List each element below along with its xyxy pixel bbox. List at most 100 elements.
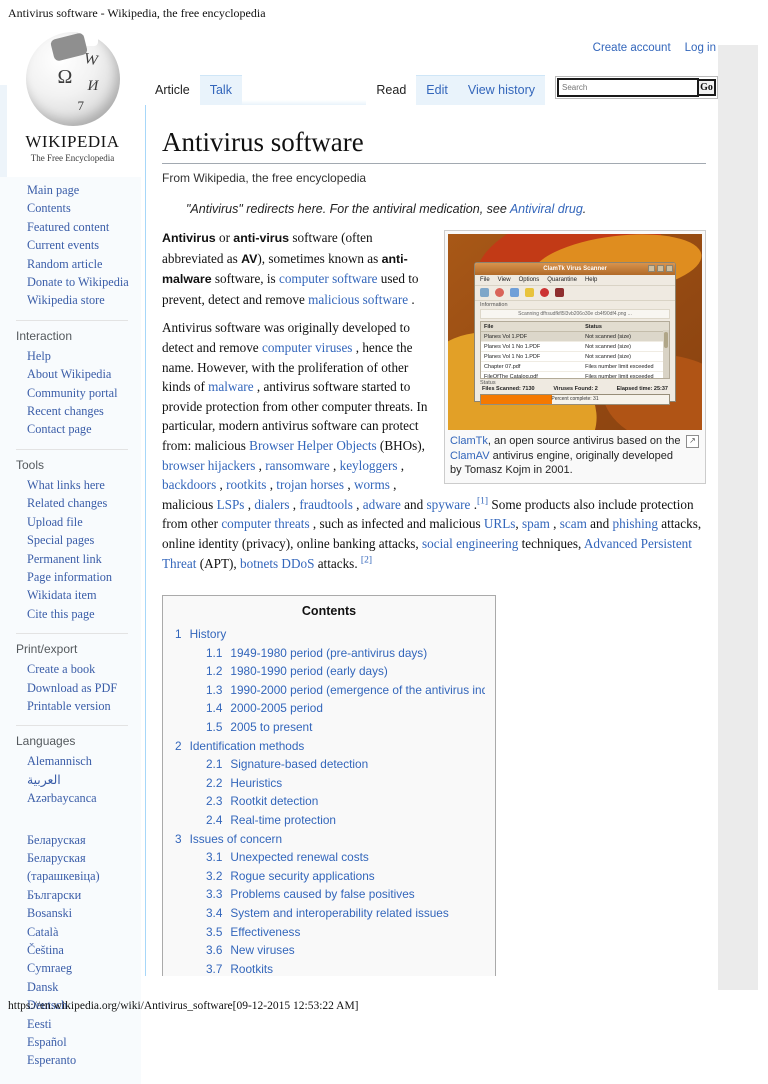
tab-talk[interactable]: Talk [199, 75, 242, 105]
quit-icon [540, 288, 549, 297]
sidebar-link[interactable]: Čeština [27, 943, 64, 957]
wiki-link[interactable]: scam [560, 516, 587, 531]
sidebar-link[interactable]: Contact page [27, 422, 92, 436]
tab-view-history[interactable]: View history [457, 75, 545, 105]
wiki-link[interactable]: worms [354, 477, 390, 492]
toc-link[interactable]: 1.3 1990-2000 period (emergence of the an… [206, 683, 485, 697]
tab-edit[interactable]: Edit [416, 75, 458, 105]
create-account-link[interactable]: Create account [593, 42, 671, 54]
toc-link[interactable]: 1.4 2000-2005 period [206, 701, 323, 715]
reference-link[interactable]: [2] [361, 555, 372, 565]
sidebar-link[interactable]: Help [27, 349, 51, 363]
wiki-link[interactable]: dialers [254, 497, 289, 512]
wiki-link[interactable]: URLs [484, 516, 516, 531]
toc-link[interactable]: 2.1 Signature-based detection [206, 757, 368, 771]
wiki-link[interactable]: LSPs [217, 497, 245, 512]
sidebar-link[interactable]: Беларуская [27, 833, 86, 847]
search-go-button[interactable]: Go [697, 79, 716, 96]
sidebar-link[interactable]: Dansk [27, 980, 58, 994]
wiki-link[interactable]: adware [363, 497, 401, 512]
sidebar-link[interactable]: Cite this page [27, 607, 95, 621]
sidebar-link[interactable]: Main page [27, 183, 79, 197]
sidebar-link[interactable]: Page information [27, 570, 112, 584]
sidebar-link[interactable]: Featured content [27, 220, 109, 234]
sidebar-link[interactable]: What links here [27, 478, 105, 492]
sidebar-link[interactable]: Download as PDF [27, 681, 117, 695]
sidebar-link[interactable]: Беларуская (тарашкевіца) [27, 851, 100, 883]
wiki-link[interactable]: Browser Helper Objects [249, 438, 376, 453]
wiki-link[interactable]: malware [208, 379, 253, 394]
sidebar-link[interactable]: العربية [27, 773, 61, 787]
toc-link[interactable]: 3.7 Rootkits [206, 962, 273, 976]
sidebar-link[interactable]: Wikidata item [27, 588, 97, 602]
sidebar-link[interactable]: Random article [27, 257, 102, 271]
sidebar-link[interactable]: Bosanski [27, 906, 72, 920]
sidebar-link[interactable]: Printable version [27, 699, 111, 713]
toc-link[interactable]: 3.5 Effectiveness [206, 925, 300, 939]
toc-link[interactable]: 2.4 Real-time protection [206, 813, 336, 827]
login-link[interactable]: Log in [685, 42, 716, 54]
wiki-link[interactable]: rootkits [226, 477, 266, 492]
wiki-link[interactable]: botnets [240, 556, 278, 571]
wiki-link[interactable]: spam [522, 516, 550, 531]
wiki-link[interactable]: browser hijackers [162, 458, 255, 473]
sidebar-link[interactable]: Special pages [27, 533, 94, 547]
toc-link[interactable]: 3.1 Unexpected renewal costs [206, 850, 369, 864]
toc-link[interactable]: 2.3 Rootkit detection [206, 794, 318, 808]
tab-article[interactable]: Article [145, 76, 200, 105]
reference-link[interactable]: [1] [477, 496, 488, 507]
sidebar-link[interactable]: About Wikipedia [27, 367, 111, 381]
sidebar-link[interactable]: Contents [27, 201, 71, 215]
sidebar-link[interactable]: Alemannisch [27, 754, 92, 768]
sidebar-link[interactable]: Wikipedia store [27, 293, 105, 307]
sidebar-link[interactable]: Cymraeg [27, 961, 72, 975]
wiki-link[interactable]: social engineering [422, 536, 518, 551]
wiki-link[interactable]: spyware [426, 497, 470, 512]
wiki-link[interactable]: ClamAV [450, 450, 490, 462]
sidebar-link[interactable]: Related changes [27, 496, 107, 510]
wiki-link[interactable]: keyloggers [340, 458, 398, 473]
toc-link[interactable]: 2 Identification methods [175, 739, 304, 753]
wiki-link[interactable]: ransomware [265, 458, 329, 473]
toc-link[interactable]: 3.6 New viruses [206, 943, 295, 957]
toc-link[interactable]: 3.3 Problems caused by false positives [206, 887, 415, 901]
sidebar-link[interactable]: Български [27, 888, 81, 902]
sidebar-link[interactable]: Donate to Wikipedia [27, 275, 129, 289]
sidebar-link[interactable]: Català [27, 925, 58, 939]
sidebar-link[interactable]: Permanent link [27, 552, 102, 566]
wiki-link[interactable]: computer viruses [262, 340, 352, 355]
elapsed-time: Elapsed time: 25:37 [616, 386, 668, 392]
wikipedia-logo[interactable]: Ω W И 7 WIKIPEDIA The Free Encyclopedia [0, 30, 145, 163]
search-input[interactable] [557, 78, 699, 97]
wiki-link[interactable]: Antiviral drug [510, 202, 583, 216]
sidebar-link[interactable]: Community portal [27, 386, 118, 400]
toc-link[interactable]: 3 Issues of concern [175, 832, 282, 846]
wiki-link[interactable]: phishing [613, 516, 658, 531]
toc-link[interactable]: 1 History [175, 627, 226, 641]
wiki-link[interactable]: computer software [279, 271, 378, 286]
sidebar-link[interactable]: Current events [27, 238, 99, 252]
toc-link[interactable]: 1.5 2005 to present [206, 720, 312, 734]
wiki-link[interactable]: malicious software [308, 292, 408, 307]
toc-link[interactable]: 2.2 Heuristics [206, 776, 282, 790]
wiki-link[interactable]: computer threats [221, 516, 309, 531]
tab-read[interactable]: Read [366, 76, 417, 105]
toc-link[interactable]: 1.1 1949-1980 period (pre-antivirus days) [206, 646, 427, 660]
clamtk-screenshot-image[interactable]: ClamTk Virus Scanner File View Options Quar… [448, 234, 702, 430]
wiki-link[interactable]: ClamTk [450, 435, 488, 447]
sidebar-link[interactable]: Azərbaycanca [27, 791, 97, 805]
toc-link[interactable]: 3.4 System and interoperability related i… [206, 906, 449, 920]
sidebar-link[interactable]: Recent changes [27, 404, 104, 418]
toc-row: 2.4 Real-time protection [206, 811, 485, 830]
wiki-link[interactable]: trojan horses [276, 477, 344, 492]
sidebar-link[interactable]: Upload file [27, 515, 83, 529]
sidebar-link[interactable]: Español [27, 1035, 67, 1049]
wiki-link[interactable]: fraudtools [299, 497, 352, 512]
sidebar-link[interactable]: Create a book [27, 662, 95, 676]
wiki-link[interactable]: backdoors [162, 477, 216, 492]
wiki-link[interactable]: DDoS [281, 556, 314, 571]
sidebar-link[interactable]: Esperanto [27, 1053, 76, 1067]
toc-link[interactable]: 3.2 Rogue security applications [206, 869, 375, 883]
magnify-icon[interactable]: ↗ [686, 435, 699, 448]
toc-link[interactable]: 1.2 1980-1990 period (early days) [206, 664, 388, 678]
